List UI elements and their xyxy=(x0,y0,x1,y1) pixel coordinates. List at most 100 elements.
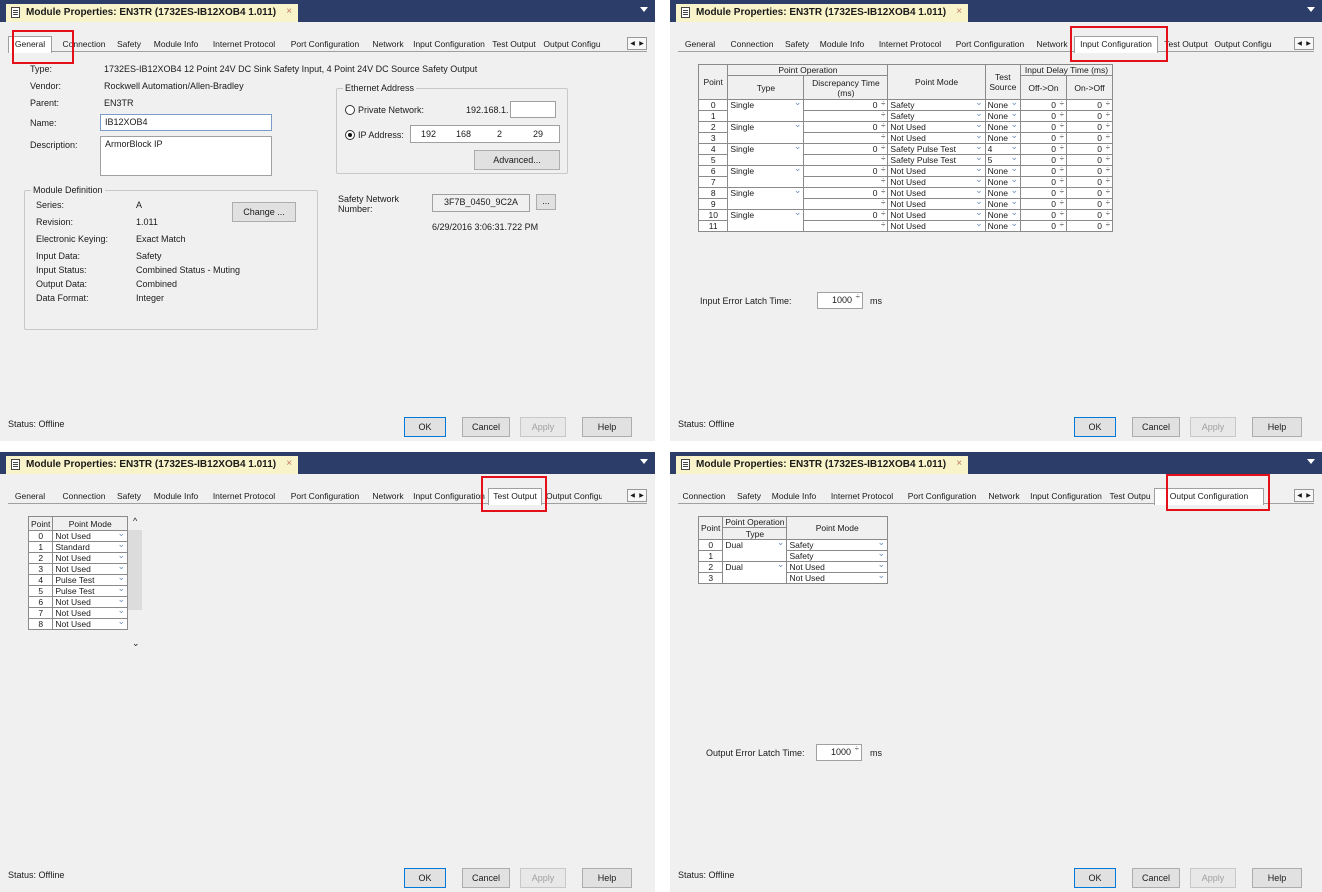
on-off-delay-spinner[interactable]: 0 xyxy=(1066,209,1113,221)
title-tab[interactable]: Module Properties: EN3TR (1732ES-IB12XOB… xyxy=(6,456,299,474)
tab-internet-protocol[interactable]: Internet Protocol xyxy=(206,38,282,52)
tab-safety[interactable]: Safety xyxy=(734,490,764,504)
private-network-octet-spinner[interactable] xyxy=(510,101,556,118)
on-off-delay-spinner[interactable]: 0 xyxy=(1066,187,1113,199)
tab-port-configuration[interactable]: Port Configuration xyxy=(904,490,980,504)
point-mode-select[interactable]: Not Used xyxy=(52,606,128,619)
tab-network[interactable]: Network xyxy=(1032,38,1072,52)
table-scrollbar[interactable] xyxy=(128,530,142,610)
cancel-button[interactable]: Cancel xyxy=(1132,868,1180,888)
discrepancy-time-field[interactable]: 0 xyxy=(803,121,889,133)
cancel-button[interactable]: Cancel xyxy=(1132,417,1180,437)
off-on-delay-spinner[interactable]: 0 xyxy=(1020,121,1067,133)
chevron-down-icon[interactable] xyxy=(640,459,648,464)
on-off-delay-spinner[interactable]: 0 xyxy=(1066,154,1113,166)
tab-output-configuration[interactable]: Output Configu xyxy=(546,490,602,504)
off-on-delay-spinner[interactable]: 0 xyxy=(1020,110,1067,122)
point-mode-select[interactable]: Safety xyxy=(786,538,888,551)
point-mode-select[interactable]: Not Used xyxy=(887,131,986,144)
tab-module-info[interactable]: Module Info xyxy=(768,490,820,504)
on-off-delay-spinner[interactable]: 0 xyxy=(1066,198,1113,210)
off-on-delay-spinner[interactable]: 0 xyxy=(1020,143,1067,155)
tab-output-configuration[interactable]: Output Configu xyxy=(1214,38,1272,52)
tab-input-configuration[interactable]: Input Configuration xyxy=(1074,36,1158,53)
tab-network[interactable]: Network xyxy=(368,490,408,504)
point-mode-select[interactable]: Not Used xyxy=(887,208,986,221)
point-mode-select[interactable]: Safety Pulse Test xyxy=(887,153,986,166)
ip-address-radio[interactable] xyxy=(345,130,355,140)
point-mode-select[interactable]: Not Used xyxy=(887,186,986,199)
point-mode-select[interactable]: Not Used xyxy=(887,197,986,210)
tab-test-output[interactable]: Test Output xyxy=(1162,38,1210,52)
on-off-delay-spinner[interactable]: 0 xyxy=(1066,176,1113,188)
ok-button[interactable]: OK xyxy=(404,868,446,888)
cancel-button[interactable]: Cancel xyxy=(462,417,510,437)
point-mode-select[interactable]: Not Used xyxy=(52,617,128,630)
point-mode-select[interactable]: Standard xyxy=(52,540,128,553)
apply-button[interactable]: Apply xyxy=(520,417,566,437)
type-select[interactable]: Single xyxy=(727,208,805,232)
tab-connection[interactable]: Connection xyxy=(58,38,110,52)
point-mode-select[interactable]: Not Used xyxy=(887,164,986,177)
on-off-delay-spinner[interactable]: 0 xyxy=(1066,99,1113,111)
tab-safety[interactable]: Safety xyxy=(782,38,812,52)
type-select[interactable]: Single xyxy=(727,98,805,122)
tab-general[interactable]: General xyxy=(678,38,722,52)
tab-output-configuration[interactable]: Output Configuration xyxy=(1154,488,1264,505)
tab-port-configuration[interactable]: Port Configuration xyxy=(952,38,1028,52)
on-off-delay-spinner[interactable]: 0 xyxy=(1066,132,1113,144)
tab-connection[interactable]: Connection xyxy=(726,38,778,52)
off-on-delay-spinner[interactable]: 0 xyxy=(1020,198,1067,210)
title-tab[interactable]: Module Properties: EN3TR (1732ES-IB12XOB… xyxy=(6,4,299,22)
tab-module-info[interactable]: Module Info xyxy=(150,490,202,504)
tab-test-output[interactable]: Test Output xyxy=(488,488,542,505)
arrow-right-icon[interactable]: ▶ xyxy=(1306,492,1311,499)
point-mode-select[interactable]: Not Used xyxy=(887,175,986,188)
tab-safety[interactable]: Safety xyxy=(114,38,144,52)
point-mode-select[interactable]: Not Used xyxy=(786,560,888,573)
tab-internet-protocol[interactable]: Internet Protocol xyxy=(824,490,900,504)
on-off-delay-spinner[interactable]: 0 xyxy=(1066,165,1113,177)
tab-scroll-buttons[interactable]: ◀ ▶ xyxy=(1294,489,1314,502)
apply-button[interactable]: Apply xyxy=(1190,417,1236,437)
description-input[interactable]: ArmorBlock IP xyxy=(100,136,272,176)
scroll-up-icon[interactable]: ^ xyxy=(133,516,137,526)
private-network-radio[interactable] xyxy=(345,105,355,115)
arrow-left-icon[interactable]: ◀ xyxy=(630,492,635,499)
discrepancy-time-field[interactable]: 0 xyxy=(803,209,889,221)
point-mode-select[interactable]: Not Used xyxy=(887,120,986,133)
help-button[interactable]: Help xyxy=(1252,417,1302,437)
tab-port-configuration[interactable]: Port Configuration xyxy=(286,490,364,504)
point-mode-select[interactable]: Safety Pulse Test xyxy=(887,142,986,155)
title-tab[interactable]: Module Properties: EN3TR (1732ES-IB12XOB… xyxy=(676,4,969,22)
tab-network[interactable]: Network xyxy=(984,490,1024,504)
arrow-left-icon[interactable]: ◀ xyxy=(1297,40,1302,47)
discrepancy-time-field[interactable] xyxy=(803,176,889,188)
ok-button[interactable]: OK xyxy=(1074,417,1116,437)
discrepancy-time-field[interactable] xyxy=(803,220,889,232)
arrow-left-icon[interactable]: ◀ xyxy=(1297,492,1302,499)
point-mode-select[interactable]: Safety xyxy=(887,98,986,111)
discrepancy-time-field[interactable]: 0 xyxy=(803,165,889,177)
help-button[interactable]: Help xyxy=(582,868,632,888)
close-icon[interactable]: × xyxy=(956,458,962,469)
point-mode-select[interactable]: Pulse Test xyxy=(52,584,128,597)
type-select[interactable]: Single xyxy=(727,142,805,166)
tab-test-output[interactable]: Test Output xyxy=(490,38,538,52)
test-source-select[interactable]: None xyxy=(984,219,1022,232)
name-input[interactable]: IB12XOB4 xyxy=(100,114,272,131)
tab-module-info[interactable]: Module Info xyxy=(150,38,202,52)
close-icon[interactable]: × xyxy=(286,458,292,469)
discrepancy-time-field[interactable] xyxy=(803,132,889,144)
point-mode-select[interactable]: Not Used xyxy=(52,562,128,575)
on-off-delay-spinner[interactable]: 0 xyxy=(1066,220,1113,232)
chevron-down-icon[interactable] xyxy=(1307,7,1315,12)
discrepancy-time-field[interactable]: 0 xyxy=(803,143,889,155)
point-mode-select[interactable]: Not Used xyxy=(52,529,128,542)
arrow-right-icon[interactable]: ▶ xyxy=(639,40,644,47)
tab-network[interactable]: Network xyxy=(368,38,408,52)
off-on-delay-spinner[interactable]: 0 xyxy=(1020,187,1067,199)
point-mode-select[interactable]: Not Used xyxy=(52,551,128,564)
arrow-right-icon[interactable]: ▶ xyxy=(639,492,644,499)
discrepancy-time-field[interactable] xyxy=(803,110,889,122)
